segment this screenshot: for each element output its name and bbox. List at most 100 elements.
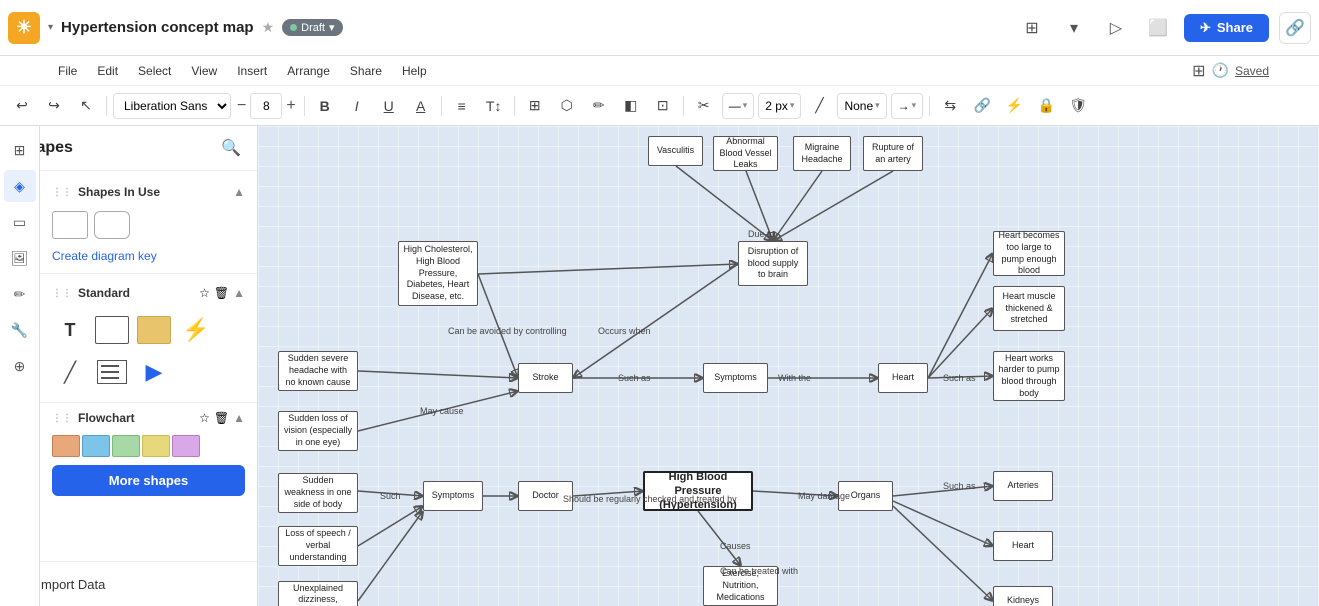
- redo-button[interactable]: ↪: [40, 92, 68, 120]
- std-lightning-shape[interactable]: ⚡: [178, 312, 214, 348]
- node-migraine[interactable]: Migraine Headache: [793, 136, 851, 171]
- fc-shape-4[interactable]: [142, 435, 170, 457]
- node-symptoms_right[interactable]: Symptoms: [703, 363, 768, 393]
- waypoint-button[interactable]: ⇆: [936, 92, 964, 120]
- cursor-tool[interactable]: ↖: [72, 92, 100, 120]
- node-disruption[interactable]: Disruption of blood supply to brain: [738, 241, 808, 286]
- undo-button[interactable]: ↩: [8, 92, 36, 120]
- shield-button[interactable]: 🛡: [1064, 92, 1092, 120]
- create-diagram-key[interactable]: Create diagram key: [40, 245, 257, 267]
- sidebar-icon-rect[interactable]: ▭: [4, 206, 36, 238]
- doc-status-badge[interactable]: Draft ▾: [282, 19, 342, 36]
- std-filled-shape[interactable]: [136, 312, 172, 348]
- chevron-down-icon[interactable]: ▾: [1058, 12, 1090, 44]
- flowchart-header[interactable]: ⋮⋮ Flowchart ☆ 🗑 ▲: [40, 405, 257, 431]
- node-unexplained[interactable]: Unexplained dizziness, unstable walking …: [278, 581, 358, 606]
- line-color-button[interactable]: ✏: [585, 92, 613, 120]
- sidebar-icon-shapes[interactable]: ◈: [4, 170, 36, 202]
- sidebar-icon-connector[interactable]: 🔧: [4, 314, 36, 346]
- collapse-icon-fc[interactable]: ▲: [233, 411, 245, 425]
- star-icon[interactable]: ★: [262, 19, 275, 36]
- italic-button[interactable]: I: [343, 92, 371, 120]
- play-icon[interactable]: ▷: [1100, 12, 1132, 44]
- node-rupture[interactable]: Rupture of an artery: [863, 136, 923, 171]
- menu-arrange[interactable]: Arrange: [279, 61, 338, 81]
- line-style-dropdown[interactable]: — ▾: [722, 93, 755, 119]
- node-sudden_weakness[interactable]: Sudden weakness in one side of body: [278, 473, 358, 513]
- connection-tool[interactable]: ✂: [690, 92, 718, 120]
- fill-color-button[interactable]: ⬡: [553, 92, 581, 120]
- menu-help[interactable]: Help: [394, 61, 435, 81]
- fc-shape-3[interactable]: [112, 435, 140, 457]
- shadow-button[interactable]: ◧: [617, 92, 645, 120]
- menu-view[interactable]: View: [183, 61, 225, 81]
- node-symptoms_left[interactable]: Symptoms: [423, 481, 483, 511]
- text-size-button[interactable]: T↕: [480, 92, 508, 120]
- logo-chevron[interactable]: ▾: [48, 22, 53, 33]
- std-chevron-shape[interactable]: ▶: [136, 354, 172, 390]
- star-icon-std[interactable]: ☆: [199, 286, 210, 300]
- window-icon[interactable]: ⬜: [1142, 12, 1174, 44]
- node-abnormal_bv[interactable]: Abnormal Blood Vessel Leaks: [713, 136, 778, 171]
- node-heart_node2[interactable]: Heart: [993, 531, 1053, 561]
- collapse-icon-std[interactable]: ▲: [233, 286, 245, 300]
- present-icon[interactable]: ⊞: [1016, 12, 1048, 44]
- standard-header[interactable]: ⋮⋮ Standard ☆ 🗑 ▲: [40, 280, 257, 306]
- font-color-button[interactable]: A: [407, 92, 435, 120]
- link-button[interactable]: 🔗: [1279, 12, 1311, 44]
- std-text-shape[interactable]: T: [52, 312, 88, 348]
- shape-rounded-rect[interactable]: [94, 211, 130, 239]
- align-button[interactable]: ≡: [448, 92, 476, 120]
- menu-file[interactable]: File: [50, 61, 85, 81]
- menu-edit[interactable]: Edit: [89, 61, 126, 81]
- node-hbp[interactable]: High Blood Pressure (Hypertension): [643, 471, 753, 511]
- node-kidneys[interactable]: Kidneys: [993, 586, 1053, 606]
- node-stroke[interactable]: Stroke: [518, 363, 573, 393]
- arrow-dropdown[interactable]: → ▾: [891, 93, 924, 119]
- extra-button[interactable]: ⊡: [649, 92, 677, 120]
- std-list-shape[interactable]: [94, 354, 130, 390]
- font-size-input[interactable]: [250, 93, 282, 119]
- lock-button[interactable]: 🔒: [1032, 92, 1060, 120]
- more-shapes-button[interactable]: More shapes: [52, 465, 245, 496]
- sidebar-icon-plugin[interactable]: ⊕: [4, 350, 36, 382]
- flash-button[interactable]: ⚡: [1000, 92, 1028, 120]
- node-high_chol[interactable]: High Cholesterol, High Blood Pressure, D…: [398, 241, 478, 306]
- node-sudden_headache[interactable]: Sudden severe headache with no known cau…: [278, 351, 358, 391]
- node-vasculitis[interactable]: Vasculitis: [648, 136, 703, 166]
- std-rect-shape[interactable]: [94, 312, 130, 348]
- sidebar-icon-home[interactable]: ⊞: [4, 134, 36, 166]
- node-loss_speech[interactable]: Loss of speech / verbal understanding: [278, 526, 358, 566]
- node-sudden_vision[interactable]: Sudden loss of vision (especially in one…: [278, 411, 358, 451]
- node-heart_hard[interactable]: Heart works harder to pump blood through…: [993, 351, 1065, 401]
- menu-insert[interactable]: Insert: [229, 61, 275, 81]
- delete-icon-fc[interactable]: 🗑: [214, 411, 229, 425]
- underline-button[interactable]: U: [375, 92, 403, 120]
- sidebar-icon-image[interactable]: 🖼: [4, 242, 36, 274]
- canvas-area[interactable]: Vasculitis Abnormal Blood Vessel Leaks Mig…: [258, 126, 1319, 606]
- font-size-decrease[interactable]: −: [235, 97, 248, 115]
- std-arrow-shape[interactable]: ╱: [52, 354, 88, 390]
- insert-shape-button[interactable]: ⊞: [521, 92, 549, 120]
- star-icon-fc[interactable]: ☆: [199, 411, 210, 425]
- font-size-increase[interactable]: +: [284, 97, 297, 115]
- shape-rect[interactable]: [52, 211, 88, 239]
- hyperlink-button[interactable]: 🔗: [968, 92, 996, 120]
- fc-shape-5[interactable]: [172, 435, 200, 457]
- delete-icon-std[interactable]: 🗑: [214, 286, 229, 300]
- node-heart_large[interactable]: Heart becomes too large to pump enough b…: [993, 231, 1065, 276]
- app-logo[interactable]: ☀: [8, 12, 40, 44]
- bold-button[interactable]: B: [311, 92, 339, 120]
- fc-shape-1[interactable]: [52, 435, 80, 457]
- collapse-icon[interactable]: ▲: [233, 185, 245, 199]
- sidebar-icon-pen[interactable]: ✏: [4, 278, 36, 310]
- node-heart_muscle[interactable]: Heart muscle thickened & stretched: [993, 286, 1065, 331]
- grid-icon[interactable]: ⊞: [1192, 61, 1205, 81]
- shapes-in-use-header[interactable]: ⋮⋮ Shapes In Use ▲: [40, 179, 257, 205]
- share-button[interactable]: ✈ Share: [1184, 14, 1269, 42]
- menu-select[interactable]: Select: [130, 61, 179, 81]
- none-dropdown[interactable]: None ▾: [837, 93, 886, 119]
- node-heart_node[interactable]: Heart: [878, 363, 928, 393]
- draw-button[interactable]: ╱: [805, 92, 833, 120]
- menu-share[interactable]: Share: [342, 61, 390, 81]
